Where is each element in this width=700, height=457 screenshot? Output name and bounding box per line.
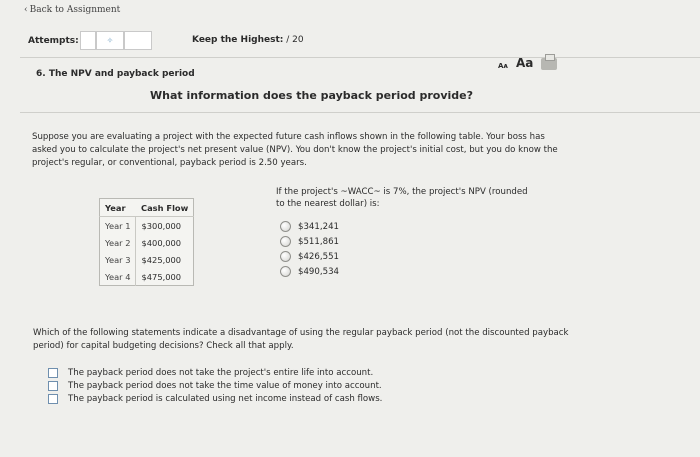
column-header-cash-flow: Cash Flow — [135, 198, 194, 217]
option-label: $341,241 — [298, 221, 340, 232]
checkbox[interactable] — [48, 380, 58, 391]
option-label: $490,534 — [298, 266, 340, 277]
npv-question: If the project's ~WACC~ is 7%, the proje… — [276, 187, 528, 209]
font-increase-button[interactable]: Aa — [516, 56, 533, 70]
option-label: $426,551 — [298, 251, 340, 262]
option-label: The payback period is calculated using n… — [68, 393, 383, 404]
chevron-left-icon: ‹ — [24, 5, 28, 15]
question-paragraph: Suppose you are evaluating a project wit… — [32, 132, 558, 168]
option-label: The payback period does not take the tim… — [68, 380, 382, 391]
radio-button[interactable] — [280, 251, 291, 262]
table-header-row: Year Cash Flow — [99, 198, 194, 217]
column-header-year: Year — [99, 198, 136, 217]
option-label: $511,861 — [298, 236, 340, 247]
divider — [20, 57, 700, 58]
year-cell: Year 2 — [99, 234, 137, 251]
attempt-box-3 — [124, 31, 152, 50]
print-icon[interactable] — [541, 54, 558, 70]
radio-button[interactable] — [280, 236, 291, 247]
attempts-label: Attempts: — [28, 36, 79, 46]
question-title: 6. The NPV and payback period — [36, 69, 195, 79]
attempt-box-1 — [80, 31, 96, 50]
option-label: The payback period does not take the pro… — [68, 367, 374, 378]
year-cell: Year 3 — [99, 251, 137, 268]
npv-option-2[interactable]: $511,861 — [280, 234, 339, 249]
npv-option-1[interactable]: $341,241 — [280, 219, 339, 234]
cash-flow-cell: $400,000 — [141, 237, 182, 248]
back-link-label: Back to Assignment — [29, 5, 121, 15]
disadvantage-option-2[interactable]: The payback period does not take the tim… — [48, 379, 382, 392]
question-heading: What information does the payback period… — [150, 89, 474, 102]
radio-button[interactable] — [280, 266, 291, 277]
cash-flow-table: Year Cash Flow Year 1 $300,000 Year 2 $4… — [99, 198, 195, 286]
cash-flow-cell: $300,000 — [141, 220, 182, 231]
checkbox[interactable] — [48, 393, 58, 404]
font-decrease-button[interactable]: Aᴀ — [498, 62, 508, 70]
disadvantage-options: The payback period does not take the pro… — [48, 366, 382, 405]
attempt-box-2: ✧ — [96, 31, 124, 50]
cash-flow-cell: $425,000 — [141, 254, 182, 265]
keep-highest-label: Keep the Highest: — [192, 35, 284, 45]
table-row: Year 3 $425,000 — [99, 251, 194, 268]
keep-highest-score: / 20 — [286, 35, 304, 45]
back-to-assignment-link[interactable]: ‹ Back to Assignment — [24, 5, 120, 15]
disadvantage-question: Which of the following statements indica… — [33, 328, 569, 351]
table-row: Year 1 $300,000 — [99, 216, 194, 234]
table-row: Year 2 $400,000 — [99, 234, 194, 251]
npv-options: $341,241 $511,861 $426,551 $490,534 — [280, 219, 339, 279]
year-cell: Year 4 — [99, 268, 137, 286]
checkbox[interactable] — [48, 367, 58, 378]
attempts-tracker: ✧ — [80, 31, 152, 50]
divider — [20, 112, 700, 113]
disadvantage-option-1[interactable]: The payback period does not take the pro… — [48, 366, 382, 379]
npv-option-3[interactable]: $426,551 — [280, 249, 339, 264]
disadvantage-option-3[interactable]: The payback period is calculated using n… — [48, 392, 382, 405]
table-row: Year 4 $475,000 — [99, 268, 194, 286]
year-cell: Year 1 — [99, 216, 137, 234]
keep-highest: Keep the Highest: / 20 — [192, 35, 304, 45]
cash-flow-cell: $475,000 — [141, 271, 182, 282]
sparkle-icon: ✧ — [106, 36, 114, 45]
radio-button[interactable] — [280, 221, 291, 232]
npv-option-4[interactable]: $490,534 — [280, 264, 339, 279]
font-size-controls: Aᴀ Aa — [498, 54, 558, 70]
